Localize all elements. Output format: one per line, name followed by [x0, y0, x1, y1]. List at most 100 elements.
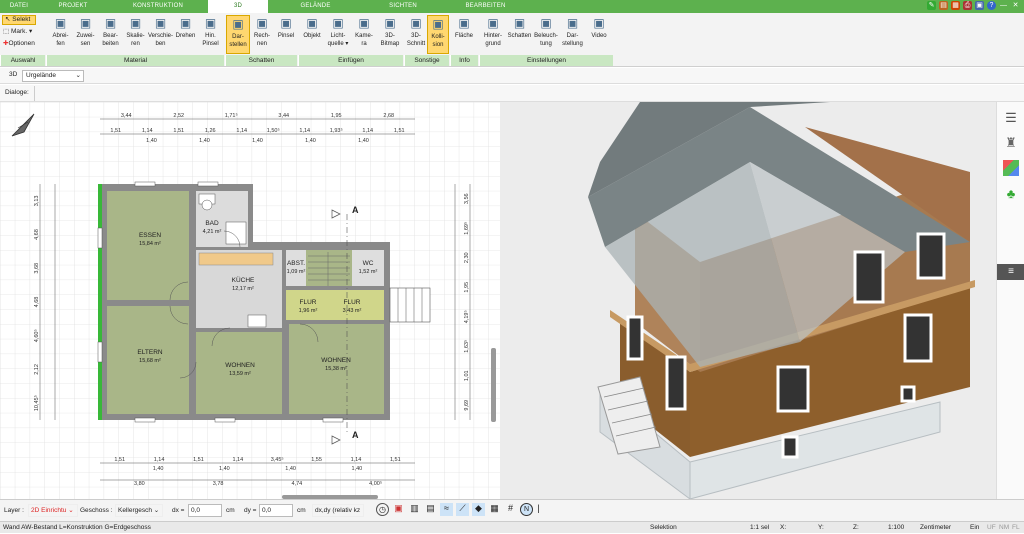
room-area: 3,43 m² [342, 308, 362, 314]
geschoss-select[interactable]: Kellergesch ⌄ [115, 504, 163, 517]
group-einfuegen: Einfügen [298, 55, 403, 66]
dimension-label: 3,45⁵ [271, 456, 284, 463]
grid-icon[interactable]: # [504, 503, 517, 516]
snap-icon[interactable]: N [520, 503, 533, 516]
selection-count: 1:1 sel [750, 524, 770, 531]
move-icon: ▣ [154, 16, 167, 30]
camera-button[interactable]: ▣ Kame- ra [351, 15, 377, 48]
tab-3d[interactable]: 3D [208, 0, 268, 13]
dimension-label: 1,26 [205, 128, 216, 134]
dimension-label: 1,51 [173, 128, 184, 134]
shadow-brush-button[interactable]: ▣ Pinsel [274, 15, 298, 40]
area-button[interactable]: ▣ Fläche [451, 15, 477, 40]
floor-plan-canvas[interactable]: 3,44 2,52 1,71⁵ 3,44 1,95 2,68 1,51 1,14 1,51 1,2… [0, 102, 500, 499]
layer-toggle-icon[interactable]: ◆ [472, 503, 485, 516]
lighting-label: Beleuch- tung [534, 33, 558, 47]
image-icon: ▣ [384, 16, 396, 30]
pen-icon[interactable]: ✎ [927, 1, 936, 10]
display-button[interactable]: ▣ Dar- stellung [560, 15, 586, 48]
tree-icon[interactable]: ♣ [1003, 186, 1019, 202]
fl-status: FL [1012, 524, 1020, 531]
stack-icon[interactable]: ▦ [488, 503, 501, 516]
dimension-label: 1,40 [352, 466, 363, 472]
dimension-label: 9,69 [464, 400, 470, 411]
export-icon[interactable]: ▦ [951, 1, 960, 10]
room-name: KÜCHE [231, 277, 255, 284]
nm-status: NM [999, 524, 1010, 531]
room-area: 15,38 m² [325, 366, 347, 372]
group-schatten: Schatten [225, 55, 297, 66]
options-button[interactable]: ✚Optionen [3, 39, 35, 47]
dimension-label: 1,40 [199, 138, 210, 144]
dy-input[interactable]: 0,0 [259, 504, 293, 517]
y-coord: Y: [818, 524, 824, 531]
3d-house-render[interactable] [500, 102, 996, 499]
select-button[interactable]: ↖ Selekt [2, 15, 36, 25]
show-shadow-button[interactable]: ▣ Dar- stellen [226, 15, 250, 54]
chair-icon[interactable]: ♜ [1003, 135, 1019, 151]
objects-icon[interactable]: ▤ [424, 503, 437, 516]
mark-button[interactable]: ⬚ Mark. ▾ [3, 27, 32, 35]
tab-sichten[interactable]: SICHTEN [363, 0, 443, 13]
room-name: BAD [205, 220, 219, 227]
background-button[interactable]: ▣ Hinter- grund [480, 15, 506, 48]
light-button[interactable]: ▣ Licht- quelle ▾ [325, 15, 351, 48]
book-icon[interactable]: ▤ [939, 1, 948, 10]
help-icon[interactable]: ? [987, 1, 996, 10]
tab-projekt[interactable]: PROJEKT [38, 0, 108, 13]
lighting-button[interactable]: ▣ Beleuch- tung [533, 15, 559, 48]
layers-icon[interactable]: ☰ [1003, 110, 1019, 126]
tab-gelaende[interactable]: GELÄNDE [268, 0, 363, 13]
palette-icon[interactable] [1003, 160, 1019, 176]
status-bar: Layer : 2D Einrichtu ⌄ Geschoss : Keller… [0, 499, 1024, 521]
calc-shadow-button[interactable]: ▣ Rech- nen [250, 15, 274, 48]
plan-vertical-scrollbar[interactable] [491, 348, 496, 422]
monitor-icon: ▣ [566, 16, 579, 30]
scale-button[interactable]: ▣ Skalie- ren [123, 15, 148, 48]
object-button[interactable]: ▣ Objekt [299, 15, 325, 40]
slope-icon[interactable]: ⟋ [456, 503, 469, 516]
move-button[interactable]: ▣ Verschie- ben [148, 15, 173, 48]
walls-icon[interactable]: ▥ [408, 503, 421, 516]
tear-off-button[interactable]: ▣ Abrei- fen [48, 15, 73, 48]
dimension-label: 3,44 [121, 113, 132, 119]
sidebar-menu-icon[interactable]: ≡ [997, 264, 1024, 280]
tab-bearbeiten[interactable]: BEARBEITEN [443, 0, 528, 13]
dimension-label: 4,60⁵ [33, 329, 40, 342]
section-label: 3D- Schnitt [406, 33, 426, 47]
save-icon[interactable]: ▣ [975, 1, 984, 10]
dimension-label: 1,14 [299, 128, 310, 134]
brush-button[interactable]: ▣ Hin. Pinsel [198, 15, 223, 48]
dialog-bar: Dialoge: [0, 85, 1024, 102]
terrain-select[interactable]: Urgelände ⌄ [22, 70, 84, 82]
video-button[interactable]: ▣ Video [586, 15, 612, 40]
terrain-icon[interactable]: ≈ [440, 503, 453, 516]
layer-select[interactable]: 2D Einrichtu ⌄ [28, 504, 78, 517]
section-icon: ▣ [410, 16, 422, 30]
x-coord: X: [780, 524, 787, 531]
shadow-settings-button[interactable]: ▣ Schatten [507, 15, 533, 40]
video-icon[interactable]: ▣ [392, 503, 405, 516]
info-bar: Wand AW-Bestand L=Konstruktion G=Erdgesc… [0, 521, 1024, 533]
bulb-icon: ▣ [332, 16, 344, 30]
print-icon[interactable]: ⎙ [963, 1, 972, 10]
floor-plan-view[interactable]: 3,44 2,52 1,71⁵ 3,44 1,95 2,68 1,51 1,14 1,51 1,2… [0, 102, 500, 499]
bitmap-button[interactable]: ▣ 3D- Bitmap [377, 15, 403, 48]
unit: Zentimeter [920, 524, 952, 531]
assign-button[interactable]: ▣ Zuwei- sen [73, 15, 98, 48]
tab-konstruktion[interactable]: KONSTRUKTION [108, 0, 208, 13]
rotate-button[interactable]: ▣ Drehen [173, 15, 198, 40]
dimension-label: 2,12 [34, 364, 40, 375]
close-icon[interactable]: ✕ [1011, 1, 1020, 10]
edit-material-button[interactable]: ▣ Bear- beiten [98, 15, 123, 48]
3d-view[interactable] [500, 102, 996, 499]
dimension-label: 1,14 [236, 128, 247, 134]
dx-input[interactable]: 0,0 [188, 504, 222, 517]
minimize-icon[interactable]: — [999, 1, 1008, 10]
relative-select[interactable]: dx,dy (relativ kz [312, 504, 364, 517]
cursor-icon: ↖ [5, 16, 11, 23]
tab-datei[interactable]: DATEI [0, 0, 38, 13]
section-button[interactable]: ▣ 3D- Schnitt [405, 15, 427, 48]
collision-button[interactable]: ▣ Kolli- sion [427, 15, 449, 54]
clock-icon[interactable]: ◷ [376, 503, 389, 516]
